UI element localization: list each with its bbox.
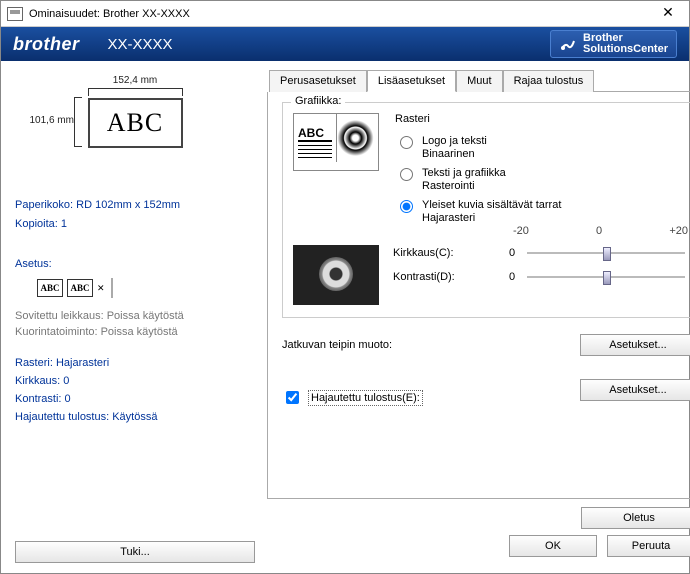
cancel-button[interactable]: Peruuta [607, 535, 690, 557]
model-name: XX-XXXX [108, 36, 173, 53]
distributed-settings-button[interactable]: Asetukset... [580, 379, 690, 401]
right-panel: Perusasetukset Lisäasetukset Muut Rajaa … [267, 61, 690, 573]
contrast-label: Kontrasti(D): [393, 271, 509, 283]
ok-button[interactable]: OK [509, 535, 597, 557]
tab-strip: Perusasetukset Lisäasetukset Muut Rajaa … [269, 69, 690, 92]
cut-info: Sovitettu leikkaus: Poissa käytöstä Kuor… [15, 308, 255, 340]
printer-icon [7, 7, 23, 21]
graphics-legend: Grafiikka: [291, 95, 345, 107]
brand-bar: brother XX-XXXX BrotherSolutionsCenter [1, 27, 689, 61]
brand-logo: brother [13, 34, 80, 55]
defaults-button[interactable]: Oletus [581, 507, 690, 529]
close-button[interactable]: ✕ [653, 4, 683, 24]
solutions-center-icon [559, 35, 577, 53]
abc-mini-icon: ABC [67, 279, 93, 297]
asetus-label: Asetus: [15, 258, 255, 270]
brightness-slider[interactable] [527, 252, 685, 254]
settings-summary: Rasteri: Hajarasteri Kirkkaus: 0 Kontras… [15, 354, 255, 426]
tape-settings-button[interactable]: Asetukset... [580, 334, 690, 356]
contrast-value: 0 [509, 271, 527, 283]
left-panel: 152,4 mm 101,6 mm ABC Paperikoko: RD 102… [1, 61, 267, 573]
radio-text-graphics[interactable]: Teksti ja grafiikkaRasterointi [395, 167, 561, 193]
tab-body-advanced: Grafiikka: ABC Rasteri Log [267, 92, 690, 499]
paper-preview: 152,4 mm 101,6 mm ABC [15, 75, 255, 148]
brightness-label: Kirkkaus(C): [393, 247, 509, 259]
solutions-center-button[interactable]: BrotherSolutionsCenter [550, 30, 677, 58]
solutions-center-label: BrotherSolutionsCenter [583, 33, 668, 55]
tab-crop[interactable]: Rajaa tulostus [503, 70, 595, 92]
radio-logo-text[interactable]: Logo ja tekstiBinaarinen [395, 135, 561, 161]
slider-scale: -20 0 +20 [513, 225, 688, 237]
paper-info: Paperikoko: RD 102mm x 152mm Kopioita: 1 [15, 196, 255, 234]
abc-mini-icon: ABC [37, 279, 63, 297]
window-title: Ominaisuudet: Brother XX-XXXX [29, 8, 653, 20]
preview-text: ABC [107, 108, 163, 138]
distributed-print-checkbox[interactable] [286, 391, 299, 404]
tab-advanced[interactable]: Lisäasetukset [367, 70, 456, 92]
dim-height: 101,6 mm [30, 115, 74, 126]
properties-window: Ominaisuudet: Brother XX-XXXX ✕ brother … [0, 0, 690, 574]
cut-icon [111, 278, 113, 298]
asetus-preview: ABC ABC ✕ [37, 278, 255, 298]
titlebar: Ominaisuudet: Brother XX-XXXX ✕ [1, 1, 689, 27]
distributed-print-label: Hajautettu tulostus(E): [308, 390, 423, 406]
tape-format-label: Jatkuvan teipin muoto: [282, 339, 392, 351]
tab-other[interactable]: Muut [456, 70, 502, 92]
dim-width: 152,4 mm [88, 75, 183, 86]
graphics-thumb-icon: ABC [293, 113, 379, 171]
graphics-fieldset: Grafiikka: ABC Rasteri Log [282, 102, 690, 318]
contrast-slider[interactable] [527, 276, 685, 278]
support-button[interactable]: Tuki... [15, 541, 255, 563]
raster-label: Rasteri [395, 113, 561, 125]
brightness-value: 0 [509, 247, 527, 259]
tab-basic[interactable]: Perusasetukset [269, 70, 367, 92]
brightness-preview-icon [293, 245, 379, 305]
radio-general-images[interactable]: Yleiset kuvia sisältävät tarratHajaraste… [395, 199, 561, 225]
